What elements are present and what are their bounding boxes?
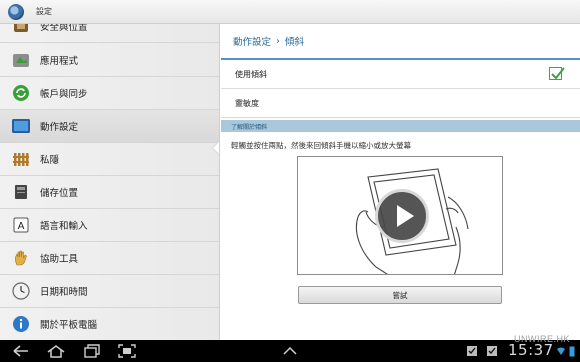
- sensitivity-row[interactable]: 靈敏度: [221, 89, 580, 118]
- try-button[interactable]: 嘗試: [298, 286, 502, 304]
- sidebar-item-applications[interactable]: 應用程式: [0, 44, 219, 77]
- sidebar-item-security-location[interactable]: 安全與位置: [0, 24, 219, 43]
- breadcrumb-parent[interactable]: 動作設定: [233, 34, 271, 48]
- sidebar-item-language-input[interactable]: A 語言和輸入: [0, 209, 219, 242]
- battery-icon: [568, 343, 576, 359]
- app-title: 設定: [36, 7, 52, 16]
- motion-tilt-panel: 動作設定 › 傾斜 使用傾斜 靈敏度 了解關於傾斜 輕觸並按住兩點，然後來回傾斜…: [221, 24, 580, 340]
- breadcrumb: 動作設定 › 傾斜: [221, 24, 580, 60]
- sync-icon: [11, 83, 31, 103]
- breadcrumb-separator: ›: [276, 35, 280, 47]
- settings-sidebar: 安全與位置 應用程式 帳戶與同步 動作設定 私隱 儲存位置 A 語言和輸入 協助…: [0, 24, 220, 340]
- settings-app-icon: [8, 3, 24, 20]
- screenshot-icon: [118, 344, 136, 358]
- svg-text:A: A: [18, 221, 25, 232]
- sidebar-item-date-time[interactable]: 日期和時間: [0, 275, 219, 308]
- mini-apps-tray-button[interactable]: [282, 343, 298, 359]
- accessibility-hand-icon: [11, 248, 31, 268]
- back-arrow-icon: [13, 345, 28, 357]
- storage-icon: [11, 182, 31, 202]
- notification-clipboard-icon[interactable]: [486, 343, 498, 359]
- use-tilt-checkbox[interactable]: [549, 67, 565, 80]
- wifi-icon: [556, 343, 566, 359]
- motion-icon: [11, 116, 31, 136]
- checkmark-icon: [551, 67, 565, 80]
- applications-icon: [11, 50, 31, 70]
- play-button[interactable]: [375, 189, 429, 243]
- recent-apps-button[interactable]: [84, 343, 100, 359]
- screenshot-button[interactable]: [118, 343, 136, 359]
- back-button[interactable]: [12, 343, 30, 359]
- sensitivity-label: 靈敏度: [235, 98, 259, 108]
- chevron-up-icon: [283, 346, 297, 355]
- watermark: UNWIRE.HK: [514, 334, 570, 344]
- clock-icon: [11, 281, 31, 301]
- privacy-fence-icon: [11, 149, 31, 169]
- selection-pointer: [213, 140, 219, 156]
- sidebar-item-storage[interactable]: 儲存位置: [0, 176, 219, 209]
- breadcrumb-current: 傾斜: [284, 37, 304, 48]
- use-tilt-row[interactable]: 使用傾斜: [221, 60, 580, 89]
- tilt-tutorial-video[interactable]: [297, 156, 503, 275]
- play-icon: [397, 205, 414, 227]
- info-icon: [11, 314, 31, 334]
- notification-check-icon[interactable]: [466, 343, 478, 359]
- language-input-icon: A: [11, 215, 31, 235]
- home-icon: [47, 345, 65, 358]
- sidebar-item-accessibility[interactable]: 協助工具: [0, 242, 219, 275]
- learn-about-tilt-header: 了解關於傾斜: [221, 120, 580, 132]
- title-bar: 設定: [0, 0, 580, 24]
- sidebar-item-privacy[interactable]: 私隱: [0, 143, 219, 176]
- tilt-instruction-text: 輕觸並按住兩點，然後來回傾斜手機以縮小或放大螢幕: [231, 141, 411, 150]
- system-bar: 15:37: [0, 340, 580, 362]
- settings-screen: 設定 安全與位置 應用程式 帳戶與同步 動作設定 私隱 儲存位置 A 語言和輸入…: [0, 0, 580, 362]
- home-button[interactable]: [46, 343, 66, 359]
- security-location-icon: [11, 24, 31, 36]
- sidebar-item-accounts-sync[interactable]: 帳戶與同步: [0, 77, 219, 110]
- recent-apps-icon: [84, 344, 100, 358]
- sidebar-item-motion[interactable]: 動作設定: [0, 110, 219, 143]
- sidebar-item-about-tablet[interactable]: 關於平板電腦: [0, 308, 219, 340]
- use-tilt-label: 使用傾斜: [235, 69, 267, 79]
